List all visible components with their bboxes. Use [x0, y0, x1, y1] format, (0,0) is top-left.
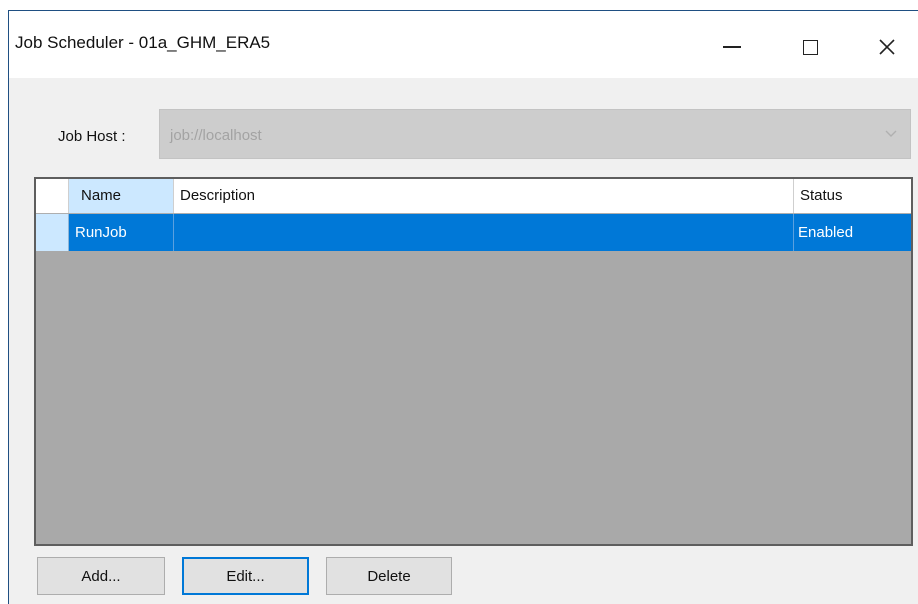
minimize-icon: [723, 46, 741, 48]
cell-name[interactable]: RunJob: [69, 214, 174, 251]
job-host-label: Job Host :: [58, 128, 126, 145]
maximize-button[interactable]: [780, 19, 840, 75]
close-button[interactable]: [857, 19, 917, 75]
row-header[interactable]: [36, 214, 69, 251]
jobs-grid[interactable]: Name Description Status RunJob Enabled: [34, 177, 913, 546]
job-host-value: job://localhost: [170, 127, 262, 144]
grid-header: Name Description Status: [36, 179, 911, 214]
job-host-combobox[interactable]: job://localhost: [159, 109, 911, 159]
column-header-description[interactable]: Description: [174, 179, 794, 213]
title-bar[interactable]: Job Scheduler - 01a_GHM_ERA5: [9, 11, 918, 78]
delete-button[interactable]: Delete: [326, 557, 452, 595]
edit-button[interactable]: Edit...: [182, 557, 309, 595]
table-row[interactable]: RunJob Enabled: [36, 214, 911, 251]
row-header-corner[interactable]: [36, 179, 69, 213]
job-scheduler-window: Job Scheduler - 01a_GHM_ERA5 Job Host : …: [8, 10, 918, 604]
column-header-name[interactable]: Name: [69, 179, 174, 213]
window-title: Job Scheduler - 01a_GHM_ERA5: [15, 33, 271, 52]
minimize-button[interactable]: [702, 19, 762, 75]
cell-status[interactable]: Enabled: [794, 214, 911, 251]
close-icon: [879, 39, 895, 55]
add-button[interactable]: Add...: [37, 557, 165, 595]
cell-description[interactable]: [174, 214, 794, 251]
chevron-down-icon: [885, 130, 897, 137]
maximize-icon: [802, 39, 818, 55]
column-header-status[interactable]: Status: [794, 179, 911, 213]
